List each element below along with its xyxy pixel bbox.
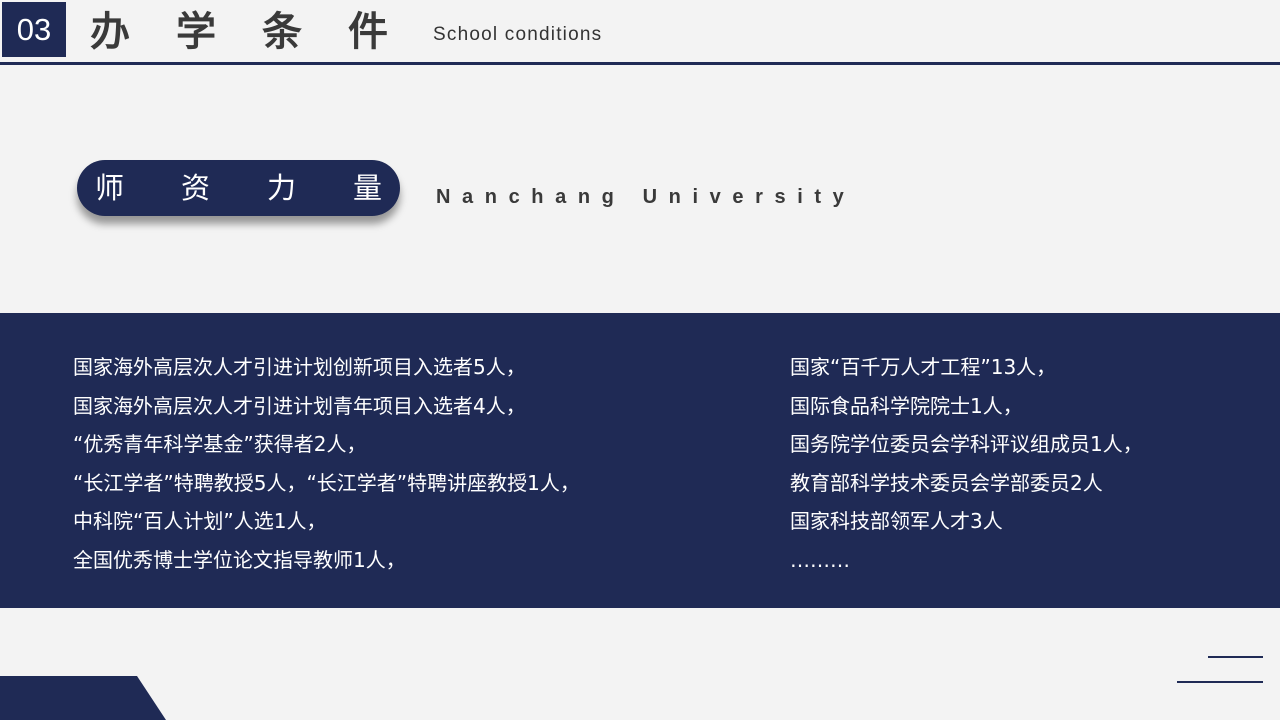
decorative-line-long — [1177, 681, 1263, 683]
faculty-item: 教育部科学技术委员会学部委员2人 — [790, 470, 1103, 495]
faculty-item: 中科院“百人计划”人选1人， — [73, 509, 327, 534]
header-divider — [0, 62, 1280, 65]
faculty-label: 师资力量 — [95, 171, 440, 205]
faculty-item: 全国优秀博士学位论文指导教师1人， — [73, 547, 406, 572]
faculty-list-left: 国家海外高层次人才引进计划创新项目入选者5人， 国家海外高层次人才引进计划青年项… — [73, 348, 580, 580]
section-subtitle: School conditions — [433, 24, 603, 45]
faculty-item: 国家海外高层次人才引进计划青年项目入选者4人， — [73, 393, 526, 418]
faculty-item: 国际食品科学院院士1人， — [790, 393, 1023, 418]
faculty-list-right: 国家“百千万人才工程”13人， 国际食品科学院院士1人， 国务院学位委员会学科评… — [790, 348, 1143, 580]
faculty-item: 国家科技部领军人才3人 — [790, 509, 1003, 534]
section-number-badge: 03 — [2, 2, 66, 57]
faculty-item: 国家“百千万人才工程”13人， — [790, 355, 1057, 379]
faculty-item: 国务院学位委员会学科评议组成员1人， — [790, 432, 1143, 457]
faculty-item: 国家海外高层次人才引进计划创新项目入选者5人， — [73, 355, 526, 379]
faculty-item: “长江学者”特聘教授5人，“长江学者”特聘讲座教授1人， — [73, 470, 580, 495]
faculty-item-ellipsis: ……… — [790, 547, 850, 572]
section-title: 办学条件 — [90, 9, 434, 55]
faculty-label-pill: 师资力量 — [77, 160, 400, 216]
university-caption: Nanchang University — [436, 186, 856, 208]
corner-decoration — [0, 676, 166, 720]
decorative-line-short — [1208, 656, 1263, 658]
faculty-item: “优秀青年科学基金”获得者2人， — [73, 432, 367, 457]
faculty-panel: 国家海外高层次人才引进计划创新项目入选者5人， 国家海外高层次人才引进计划青年项… — [0, 313, 1280, 608]
